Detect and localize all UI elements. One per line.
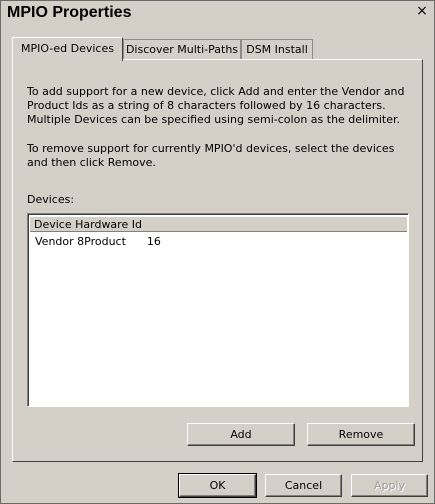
list-item[interactable]: Vendor 8Product 16 (30, 234, 407, 250)
add-instructions: To add support for a new device, click A… (27, 85, 405, 126)
close-icon[interactable]: × (416, 4, 428, 18)
dialog-title: MPIO Properties (7, 4, 132, 21)
add-button[interactable]: Add (187, 423, 295, 446)
title-bar: MPIO Properties × (1, 1, 434, 23)
apply-button[interactable]: Apply (351, 474, 428, 497)
column-header-device-hardware-id[interactable]: Device Hardware Id (30, 216, 407, 232)
mpio-properties-dialog: MPIO Properties × MPIO-ed Devices Discov… (0, 0, 435, 504)
device-hardware-id: Vendor 8Product 16 (35, 235, 161, 248)
remove-instructions: To remove support for currently MPIO'd d… (27, 142, 395, 169)
tab-panel-mpio-ed-devices: To add support for a new device, click A… (12, 59, 423, 462)
devices-label: Devices: (27, 193, 75, 206)
tab-mpio-ed-devices[interactable]: MPIO-ed Devices (12, 37, 123, 61)
tab-discover-multi-paths[interactable]: Discover Multi-Paths (123, 39, 241, 60)
cancel-button[interactable]: Cancel (265, 474, 342, 497)
remove-button[interactable]: Remove (307, 423, 415, 446)
ok-button[interactable]: OK (178, 473, 257, 498)
devices-list[interactable]: Device Hardware Id Vendor 8Product 16 (27, 213, 409, 407)
tab-dsm-install[interactable]: DSM Install (241, 39, 313, 60)
